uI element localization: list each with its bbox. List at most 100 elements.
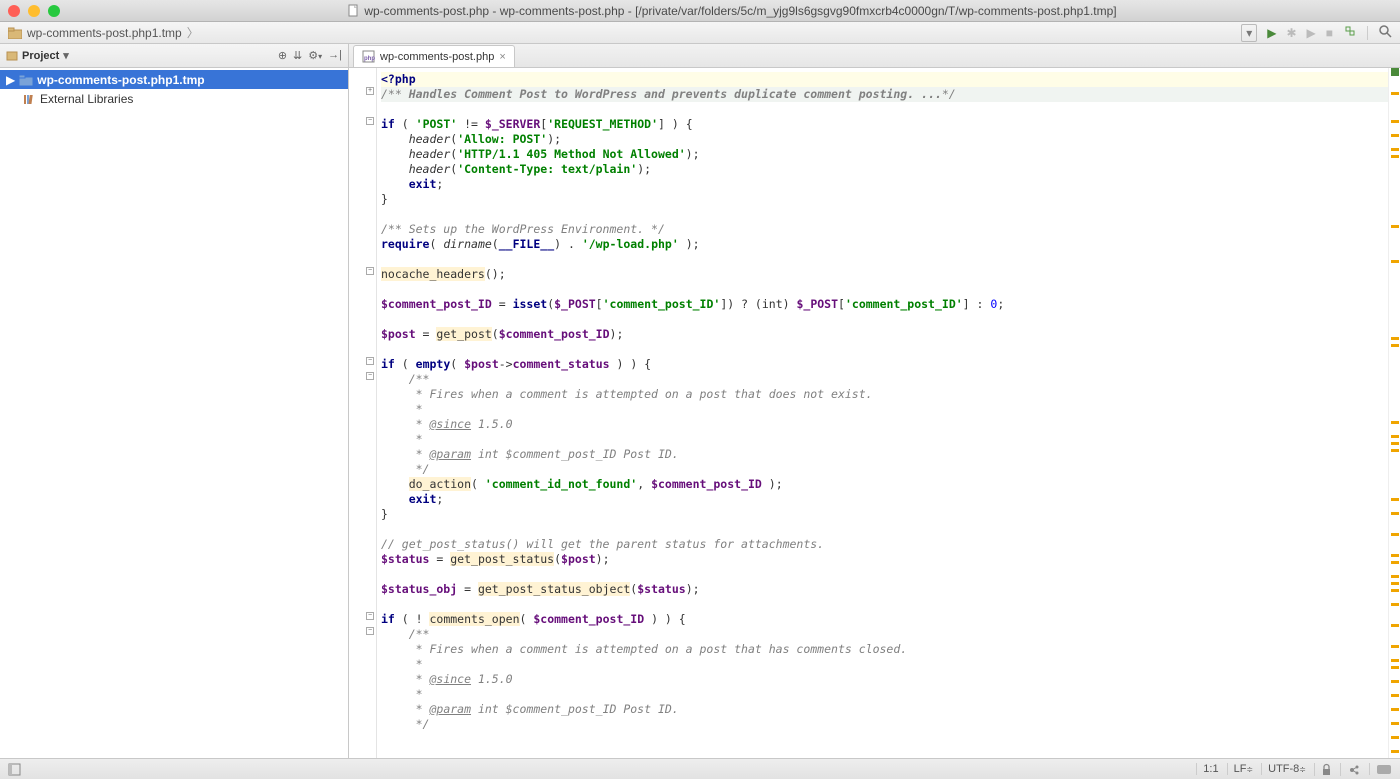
stripe-mark[interactable] — [1391, 449, 1399, 452]
stripe-mark[interactable] — [1391, 708, 1399, 711]
code-line[interactable]: */ — [381, 717, 1388, 732]
close-window-icon[interactable] — [8, 5, 20, 17]
editor-body[interactable]: +−−−−−− <?php/** Handles Comment Post to… — [349, 68, 1400, 758]
code-line[interactable]: header('Content-Type: text/plain'); — [381, 162, 1388, 177]
code-line[interactable] — [381, 342, 1388, 357]
stripe-mark[interactable] — [1391, 603, 1399, 606]
code-line[interactable]: } — [381, 507, 1388, 522]
stripe-mark[interactable] — [1391, 512, 1399, 515]
run-icon[interactable]: ▶ — [1267, 26, 1276, 40]
code-line[interactable]: * @since 1.5.0 — [381, 417, 1388, 432]
stripe-mark[interactable] — [1391, 561, 1399, 564]
stripe-mark[interactable] — [1391, 148, 1399, 151]
stripe-mark[interactable] — [1391, 134, 1399, 137]
code-line[interactable] — [381, 312, 1388, 327]
code-line[interactable] — [381, 567, 1388, 582]
stripe-mark[interactable] — [1391, 582, 1399, 585]
code-line[interactable]: * Fires when a comment is attempted on a… — [381, 642, 1388, 657]
code-line[interactable]: * @since 1.5.0 — [381, 672, 1388, 687]
code-line[interactable]: header('Allow: POST'); — [381, 132, 1388, 147]
gear-icon[interactable]: ⚙▾ — [308, 49, 322, 62]
cursor-position[interactable]: 1:1 — [1196, 763, 1224, 775]
stripe-mark[interactable] — [1391, 533, 1399, 536]
stripe-mark[interactable] — [1391, 694, 1399, 697]
stripe-mark[interactable] — [1391, 554, 1399, 557]
code-line[interactable] — [381, 597, 1388, 612]
code-line[interactable]: * — [381, 687, 1388, 702]
code-line[interactable]: /** — [381, 372, 1388, 387]
project-tree[interactable]: ▶ wp-comments-post.php1.tmp External Lib… — [0, 68, 348, 758]
code-line[interactable]: /** Sets up the WordPress Environment. *… — [381, 222, 1388, 237]
fold-collapse-icon[interactable]: − — [366, 267, 374, 275]
code-line[interactable]: * Fires when a comment is attempted on a… — [381, 387, 1388, 402]
code-area[interactable]: <?php/** Handles Comment Post to WordPre… — [377, 68, 1388, 758]
code-line[interactable]: * — [381, 657, 1388, 672]
code-line[interactable]: <?php — [381, 72, 1388, 87]
stripe-mark[interactable] — [1391, 722, 1399, 725]
zoom-window-icon[interactable] — [48, 5, 60, 17]
code-line[interactable]: $post = get_post($comment_post_ID); — [381, 327, 1388, 342]
code-line[interactable]: exit; — [381, 492, 1388, 507]
stripe-mark[interactable] — [1391, 498, 1399, 501]
fold-collapse-icon[interactable]: − — [366, 372, 374, 380]
search-icon[interactable] — [1378, 24, 1392, 41]
collapse-all-icon[interactable]: ⇊ — [293, 49, 302, 62]
run-config-dropdown-icon[interactable]: ▾ — [1241, 24, 1257, 42]
stripe-mark[interactable] — [1391, 421, 1399, 424]
code-line[interactable]: $status_obj = get_post_status_object($st… — [381, 582, 1388, 597]
code-line[interactable]: if ( ! comments_open( $comment_post_ID )… — [381, 612, 1388, 627]
code-line[interactable]: do_action( 'comment_id_not_found', $comm… — [381, 477, 1388, 492]
tree-root-item[interactable]: ▶ wp-comments-post.php1.tmp — [0, 70, 348, 89]
inspector-icon[interactable] — [1340, 763, 1367, 776]
tree-ext-libs[interactable]: External Libraries — [0, 89, 348, 108]
breadcrumb[interactable]: wp-comments-post.php1.tmp 〉 — [8, 24, 199, 41]
tool-window-toggle-icon[interactable] — [8, 763, 21, 776]
gutter[interactable]: +−−−−−− — [349, 68, 377, 758]
line-separator[interactable]: LF≑ — [1227, 763, 1260, 775]
stripe-mark[interactable] — [1391, 260, 1399, 263]
stripe-mark[interactable] — [1391, 645, 1399, 648]
code-line[interactable]: nocache_headers(); — [381, 267, 1388, 282]
code-line[interactable]: if ( 'POST' != $_SERVER['REQUEST_METHOD'… — [381, 117, 1388, 132]
stripe-mark[interactable] — [1391, 155, 1399, 158]
code-line[interactable]: $status = get_post_status($post); — [381, 552, 1388, 567]
code-line[interactable]: header('HTTP/1.1 405 Method Not Allowed'… — [381, 147, 1388, 162]
stripe-mark[interactable] — [1391, 659, 1399, 662]
code-line[interactable] — [381, 282, 1388, 297]
debug-icon[interactable]: ✱ — [1286, 26, 1296, 40]
stripe-mark[interactable] — [1391, 225, 1399, 228]
stripe-mark[interactable] — [1391, 575, 1399, 578]
code-line[interactable]: } — [381, 192, 1388, 207]
file-encoding[interactable]: UTF-8≑ — [1261, 763, 1312, 775]
project-dropdown[interactable]: Project ▾ — [6, 49, 69, 62]
code-line[interactable]: if ( empty( $post->comment_status ) ) { — [381, 357, 1388, 372]
stripe-mark[interactable] — [1391, 680, 1399, 683]
stripe-mark[interactable] — [1391, 750, 1399, 753]
stripe-mark[interactable] — [1391, 337, 1399, 340]
expand-arrow-icon[interactable]: ▶ — [6, 73, 15, 87]
vcs-icon[interactable] — [1343, 24, 1357, 41]
code-line[interactable]: /** — [381, 627, 1388, 642]
close-tab-icon[interactable]: × — [499, 51, 505, 63]
code-line[interactable] — [381, 522, 1388, 537]
code-line[interactable]: /** Handles Comment Post to WordPress an… — [381, 87, 1388, 102]
stripe-mark[interactable] — [1391, 666, 1399, 669]
fold-collapse-icon[interactable]: − — [366, 117, 374, 125]
stripe-mark[interactable] — [1391, 624, 1399, 627]
scroll-to-icon[interactable]: ⊕ — [278, 49, 287, 62]
fold-collapse-icon[interactable]: − — [366, 627, 374, 635]
stripe-mark[interactable] — [1391, 442, 1399, 445]
code-line[interactable]: exit; — [381, 177, 1388, 192]
fold-collapse-icon[interactable]: − — [366, 612, 374, 620]
code-line[interactable]: * @param int $comment_post_ID Post ID. — [381, 447, 1388, 462]
error-stripe[interactable] — [1388, 68, 1400, 758]
stripe-mark[interactable] — [1391, 92, 1399, 95]
code-line[interactable]: */ — [381, 462, 1388, 477]
hide-sidebar-icon[interactable]: →| — [328, 49, 342, 62]
coverage-icon[interactable]: ▶ — [1307, 26, 1316, 40]
notifications-icon[interactable] — [1369, 763, 1392, 775]
minimize-window-icon[interactable] — [28, 5, 40, 17]
stripe-mark[interactable] — [1391, 344, 1399, 347]
code-line[interactable]: // get_post_status() will get the parent… — [381, 537, 1388, 552]
stop-icon[interactable]: ■ — [1326, 26, 1333, 40]
